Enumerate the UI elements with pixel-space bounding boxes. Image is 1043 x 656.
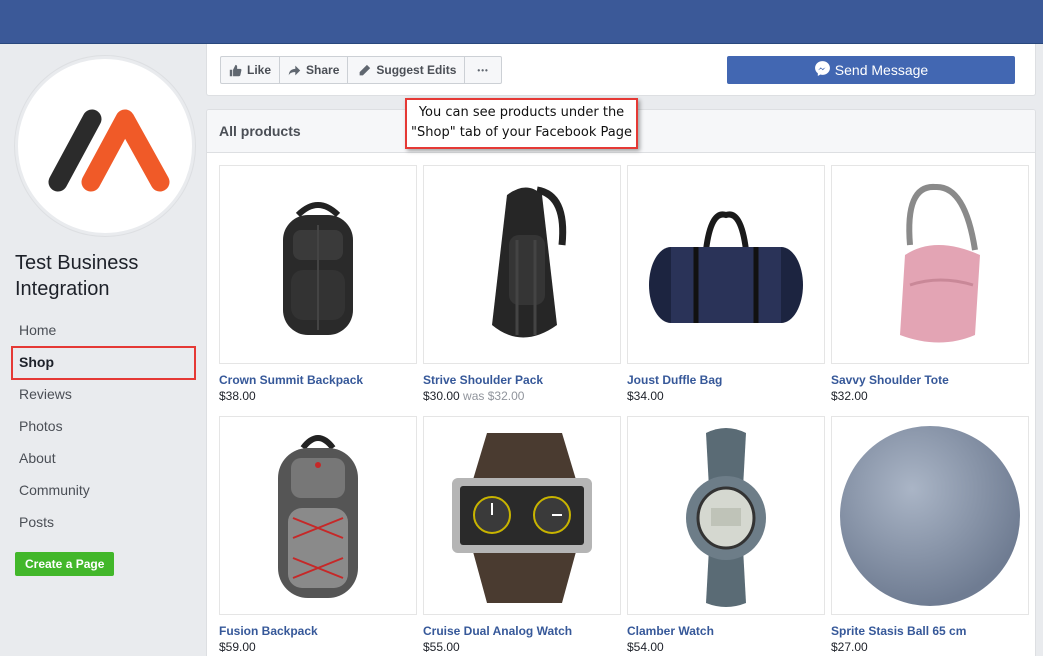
thumbs-up-icon — [229, 64, 242, 77]
current-price: $54.00 — [627, 640, 664, 654]
product-card[interactable]: Cruise Dual Analog Watch $55.00 — [423, 416, 621, 656]
exercise-ball-image — [840, 425, 1020, 606]
product-image[interactable] — [219, 165, 417, 364]
create-page-button[interactable]: Create a Page — [15, 552, 115, 576]
watch-image — [686, 428, 766, 607]
page-action-bar: Like Share Suggest Edits ••• Send Messag… — [206, 44, 1036, 96]
current-price: $34.00 — [627, 389, 664, 403]
nav-item-about[interactable]: About — [11, 442, 196, 474]
product-card[interactable]: Crown Summit Backpack $38.00 — [219, 165, 417, 408]
watch-image — [452, 433, 592, 603]
product-price: $55.00 — [423, 640, 621, 654]
brand-logo — [48, 109, 170, 192]
pencil-icon — [358, 64, 371, 77]
nav-item-community[interactable]: Community — [11, 474, 196, 506]
nav-item-shop[interactable]: Shop — [11, 346, 196, 380]
annotation-line-2: "Shop" tab of your Facebook Page — [411, 125, 632, 140]
product-name[interactable]: Savvy Shoulder Tote — [831, 373, 1029, 387]
product-card[interactable]: Fusion Backpack $59.00 — [219, 416, 417, 656]
product-name[interactable]: Strive Shoulder Pack — [423, 373, 621, 387]
action-button-group: Like Share Suggest Edits ••• — [220, 56, 502, 84]
annotation-callout: You can see products under the "Shop" ta… — [405, 98, 638, 149]
product-image[interactable] — [627, 165, 825, 364]
product-price: $54.00 — [627, 640, 825, 654]
product-name[interactable]: Sprite Stasis Ball 65 cm — [831, 624, 1029, 638]
nav-item-reviews[interactable]: Reviews — [11, 378, 196, 410]
current-price: $27.00 — [831, 640, 868, 654]
backpack-image — [278, 435, 358, 598]
product-image[interactable] — [627, 416, 825, 615]
product-price: $38.00 — [219, 389, 417, 403]
product-image[interactable] — [219, 416, 417, 615]
product-price: $32.00 — [831, 389, 1029, 403]
shoulder-pack-image — [492, 186, 567, 337]
product-name[interactable]: Cruise Dual Analog Watch — [423, 624, 621, 638]
page-navigation: Home Shop Reviews Photos About Community… — [11, 314, 196, 538]
product-card[interactable]: Joust Duffle Bag $34.00 — [627, 165, 825, 408]
current-price: $38.00 — [219, 389, 256, 403]
product-price: $34.00 — [627, 389, 825, 403]
suggest-edits-label: Suggest Edits — [376, 63, 457, 77]
nav-item-home[interactable]: Home — [11, 314, 196, 346]
more-options-button[interactable]: ••• — [465, 57, 500, 83]
annotation-line-1: You can see products under the — [418, 105, 625, 120]
top-navigation-bar — [0, 0, 1043, 44]
product-card[interactable]: Sprite Stasis Ball 65 cm $27.00 — [831, 416, 1029, 656]
product-name[interactable]: Crown Summit Backpack — [219, 373, 417, 387]
more-dots-icon: ••• — [477, 65, 489, 75]
backpack-image — [283, 201, 353, 335]
current-price: $30.00 — [423, 389, 460, 403]
page-profile-picture[interactable] — [15, 56, 195, 236]
share-button[interactable]: Share — [280, 57, 349, 83]
product-card[interactable]: Clamber Watch $54.00 — [627, 416, 825, 656]
products-panel: All products Crown Summit Backpack $38.0… — [206, 109, 1036, 656]
product-image[interactable] — [423, 416, 621, 615]
previous-price: was $32.00 — [463, 389, 525, 403]
suggest-edits-button[interactable]: Suggest Edits — [348, 57, 466, 83]
product-grid: Crown Summit Backpack $38.00 Strive Shou… — [219, 165, 1029, 656]
current-price: $55.00 — [423, 640, 460, 654]
duffle-bag-image — [649, 210, 803, 323]
product-card[interactable]: Savvy Shoulder Tote $32.00 — [831, 165, 1029, 408]
send-message-button[interactable]: Send Message — [727, 56, 1015, 84]
product-name[interactable]: Joust Duffle Bag — [627, 373, 825, 387]
nav-item-photos[interactable]: Photos — [11, 410, 196, 442]
current-price: $32.00 — [831, 389, 868, 403]
product-price: $27.00 — [831, 640, 1029, 654]
like-button[interactable]: Like — [221, 57, 281, 83]
messenger-icon — [814, 60, 831, 80]
product-price: $59.00 — [219, 640, 417, 654]
product-price: $30.00 was $32.00 — [423, 389, 621, 403]
send-message-label: Send Message — [834, 62, 929, 78]
shoulder-tote-image — [900, 183, 980, 342]
like-label: Like — [247, 63, 272, 77]
product-card[interactable]: Strive Shoulder Pack $30.00 was $32.00 — [423, 165, 621, 408]
share-arrow-icon — [288, 64, 301, 77]
nav-item-posts[interactable]: Posts — [11, 506, 196, 538]
product-image[interactable] — [831, 416, 1029, 615]
page-title[interactable]: Test Business Integration — [15, 250, 195, 302]
product-image[interactable] — [831, 165, 1029, 364]
current-price: $59.00 — [219, 640, 256, 654]
product-name[interactable]: Clamber Watch — [627, 624, 825, 638]
product-image[interactable] — [423, 165, 621, 364]
share-label: Share — [306, 63, 340, 77]
product-name[interactable]: Fusion Backpack — [219, 624, 417, 638]
